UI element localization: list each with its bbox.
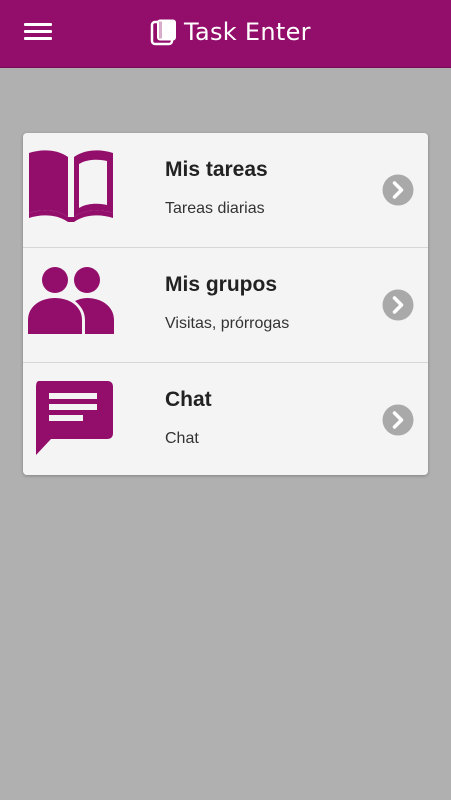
menu-item-subtitle: Chat (165, 430, 199, 447)
app-title: Task Enter (184, 18, 311, 46)
task-enter-logo-icon (150, 19, 176, 46)
menu-item-subtitle: Visitas, prórrogas (165, 315, 290, 332)
menu-item-chat[interactable]: Chat Chat (23, 363, 428, 475)
menu-item-title: Chat (165, 388, 212, 411)
chat-bubble-icon (36, 381, 113, 455)
menu-line (24, 23, 52, 26)
menu-line (24, 30, 52, 33)
menu-item-mis-tareas[interactable]: Mis tareas Tareas diarias (23, 133, 428, 247)
menu-item-mis-grupos[interactable]: Mis grupos Visitas, prórrogas (23, 248, 428, 362)
group-people-icon (28, 267, 114, 334)
menu-item-subtitle: Tareas diarias (165, 200, 265, 217)
open-book-icon (29, 150, 113, 222)
app-logo: Task Enter (150, 16, 311, 48)
chevron-right-circle-icon (382, 404, 414, 436)
chevron-right-circle-icon (382, 289, 414, 321)
chevron-right-circle-icon (382, 174, 414, 206)
app-header: Task Enter (0, 0, 451, 68)
main-menu-card: Mis tareas Tareas diarias Mis grupos Vis… (23, 133, 428, 475)
menu-line (24, 37, 52, 40)
menu-item-title: Mis tareas (165, 158, 268, 181)
hamburger-menu-icon[interactable] (24, 20, 52, 42)
menu-item-title: Mis grupos (165, 273, 278, 296)
